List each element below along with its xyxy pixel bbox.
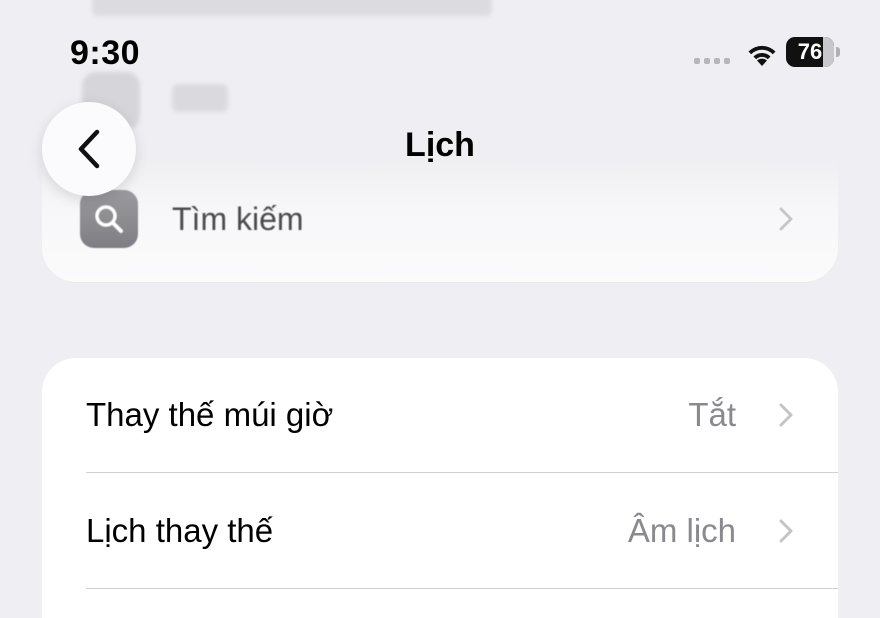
row-value: Tắt	[688, 396, 736, 433]
chevron-right-icon	[779, 403, 793, 427]
row-label: Thay thế múi giờ	[86, 396, 334, 433]
row-divider	[86, 588, 838, 589]
chevron-left-icon	[78, 129, 100, 169]
search-row[interactable]: Tìm kiếm	[42, 184, 838, 254]
status-bar: 9:30 76	[0, 0, 880, 100]
row-value: Âm lịch	[627, 512, 736, 549]
row-label: Lịch thay thế	[86, 512, 274, 549]
search-group: Tìm kiếm	[42, 160, 838, 282]
battery-level: 76	[797, 39, 823, 64]
row-divider	[86, 472, 838, 473]
back-button[interactable]	[42, 102, 136, 196]
wifi-icon	[748, 45, 776, 66]
alternate-timezone-row[interactable]: Thay thế múi giờ Tắt	[42, 358, 838, 472]
status-time: 9:30	[70, 34, 141, 72]
cellular-signal-icon	[694, 58, 730, 64]
alternate-calendar-row[interactable]: Lịch thay thế Âm lịch	[42, 474, 838, 588]
chevron-right-icon	[779, 519, 793, 543]
search-icon	[80, 190, 138, 248]
chevron-right-icon	[779, 207, 793, 231]
settings-group: Thay thế múi giờ Tắt Lịch thay thế Âm lị…	[42, 358, 838, 618]
battery-icon: 76	[786, 37, 844, 69]
search-label: Tìm kiếm	[172, 201, 304, 237]
